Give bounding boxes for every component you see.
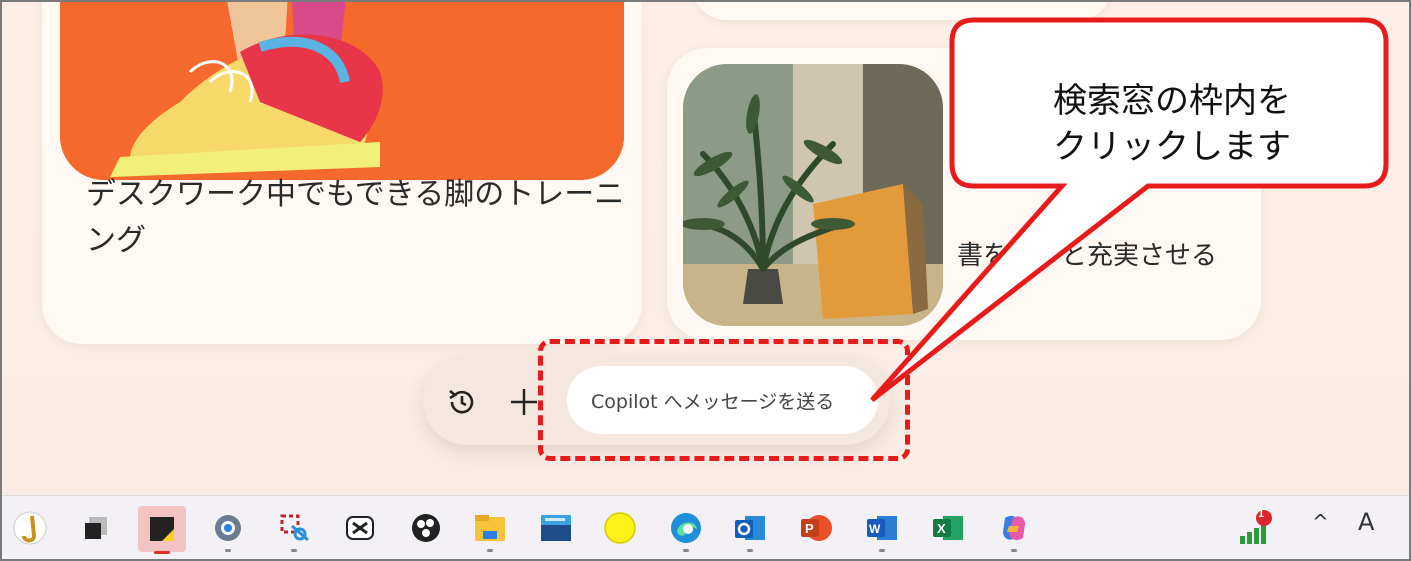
show-hidden-icons-button[interactable]: ^ <box>1312 510 1329 534</box>
highlight-box <box>538 339 910 461</box>
callout-text: 検索窓の枠内を クリックします <box>962 78 1382 170</box>
copilot-icon[interactable] <box>992 506 1036 552</box>
app-window: デスクワーク中でもできる脚のトレーニング 書をもっと充実させる Copilot … <box>0 0 1411 561</box>
card-title-leg-training: デスクワーク中でもできる脚のトレーニング <box>86 177 625 258</box>
sticky-notes-icon[interactable] <box>138 506 186 554</box>
edge-icon[interactable] <box>664 506 708 552</box>
callout-line-1: 検索窓の枠内を <box>1053 81 1291 121</box>
ime-indicator[interactable]: A <box>1358 508 1374 536</box>
file-explorer-icon[interactable] <box>468 506 512 552</box>
suggestion-card-leg-training[interactable]: デスクワーク中でもできる脚のトレーニング <box>42 2 642 344</box>
svg-text:P: P <box>805 521 814 536</box>
plus-icon <box>511 389 537 415</box>
history-button[interactable] <box>445 385 479 419</box>
callout-bubble <box>870 17 1389 402</box>
snipping-tool-icon[interactable] <box>272 506 316 552</box>
network-status-icon[interactable]: 1 <box>1234 506 1278 550</box>
outlook-icon[interactable] <box>728 506 772 552</box>
settings-icon[interactable] <box>206 506 250 552</box>
yellow-circle-app-icon[interactable] <box>598 506 642 550</box>
powerpoint-icon[interactable]: P <box>794 506 838 550</box>
window-app-icon[interactable] <box>74 506 118 550</box>
new-chat-button[interactable] <box>511 381 537 421</box>
capcut-icon[interactable] <box>338 506 382 550</box>
shoe-illustration-image <box>60 2 624 180</box>
excel-icon[interactable]: X <box>926 506 970 550</box>
svg-text:X: X <box>937 521 946 536</box>
word-icon[interactable]: W <box>860 506 904 552</box>
obs-icon[interactable] <box>404 506 448 550</box>
history-icon <box>449 389 474 414</box>
keyboard-app-icon[interactable] <box>534 506 578 550</box>
callout-line-2: クリックします <box>1053 127 1291 167</box>
taskbar: P W X 1 ^ A <box>2 495 1409 559</box>
saxophone-app-icon[interactable] <box>8 506 52 550</box>
svg-text:W: W <box>869 522 881 536</box>
notification-count: 1 <box>1258 508 1265 520</box>
